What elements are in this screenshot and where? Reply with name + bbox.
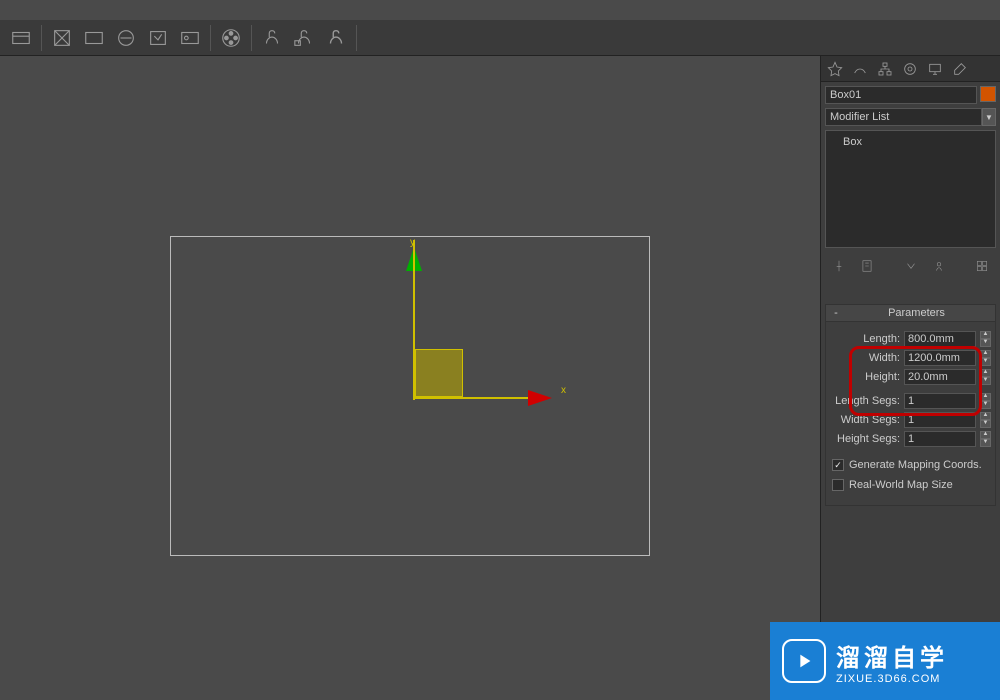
rollout-toggle-icon: - <box>830 307 842 319</box>
rollout-title: Parameters <box>842 307 991 319</box>
watermark-sub: ZIXUE.3D66.COM <box>836 673 948 685</box>
height-input[interactable] <box>904 369 976 385</box>
length-segs-input[interactable] <box>904 393 976 409</box>
main-toolbar <box>0 20 1000 56</box>
command-panel: Modifier List ▼ Box - Parameters Length:… <box>820 56 1000 700</box>
render-frame-icon[interactable] <box>290 24 318 52</box>
parameters-rollout: - Parameters Length: ▲▼ Width: ▲▼ Height… <box>825 304 996 506</box>
motion-tab-icon[interactable] <box>899 58 921 80</box>
pin-stack-icon[interactable] <box>829 256 849 276</box>
toolbar-icon-4[interactable] <box>112 24 140 52</box>
toolbar-icon-3[interactable] <box>80 24 108 52</box>
viewport-area: y x <box>0 56 820 700</box>
stack-tools <box>821 252 1000 280</box>
width-input[interactable] <box>904 350 976 366</box>
toolbar-icon-6[interactable] <box>176 24 204 52</box>
length-label: Length: <box>830 333 900 345</box>
toolbar-icon-1[interactable] <box>7 24 35 52</box>
width-segs-label: Width Segs: <box>830 414 900 426</box>
x-axis[interactable] <box>413 397 543 399</box>
utilities-tab-icon[interactable] <box>949 58 971 80</box>
stack-item-box[interactable]: Box <box>829 134 992 150</box>
configure-sets-icon[interactable] <box>972 256 992 276</box>
modifier-stack[interactable]: Box <box>825 130 996 248</box>
x-axis-arrow <box>528 390 552 406</box>
watermark-play-icon <box>782 639 826 683</box>
length-spin-down[interactable]: ▼ <box>980 339 991 347</box>
length-spin-up[interactable]: ▲ <box>980 331 991 339</box>
width-segs-spin-up[interactable]: ▲ <box>980 412 991 420</box>
width-spin-down[interactable]: ▼ <box>980 358 991 366</box>
render-icon[interactable] <box>322 24 350 52</box>
length-segs-label: Length Segs: <box>830 395 900 407</box>
height-segs-spin-up[interactable]: ▲ <box>980 431 991 439</box>
create-tab-icon[interactable] <box>824 58 846 80</box>
remove-modifier-icon[interactable] <box>929 256 949 276</box>
length-segs-spin-down[interactable]: ▼ <box>980 401 991 409</box>
gen-mapping-label: Generate Mapping Coords. <box>849 459 982 471</box>
viewport[interactable]: y x <box>170 236 650 556</box>
command-panel-tabs <box>821 56 1000 82</box>
watermark: 溜溜自学 ZIXUE.3D66.COM <box>770 622 1000 700</box>
width-label: Width: <box>830 352 900 364</box>
selected-box-object[interactable] <box>415 349 463 397</box>
object-name-input[interactable] <box>825 86 977 104</box>
height-segs-label: Height Segs: <box>830 433 900 445</box>
width-segs-input[interactable] <box>904 412 976 428</box>
height-segs-input[interactable] <box>904 431 976 447</box>
display-tab-icon[interactable] <box>924 58 946 80</box>
hierarchy-tab-icon[interactable] <box>874 58 896 80</box>
length-segs-spin-up[interactable]: ▲ <box>980 393 991 401</box>
width-segs-spin-down[interactable]: ▼ <box>980 420 991 428</box>
height-label: Height: <box>830 371 900 383</box>
real-world-label: Real-World Map Size <box>849 479 953 491</box>
modifier-list-dropdown[interactable]: Modifier List <box>825 108 982 126</box>
x-axis-label: x <box>561 385 566 396</box>
gen-mapping-checkbox[interactable]: ✓ <box>832 459 844 471</box>
show-end-result-icon[interactable] <box>857 256 877 276</box>
render-setup-icon[interactable] <box>258 24 286 52</box>
real-world-checkbox[interactable] <box>832 479 844 491</box>
toolbar-icon-2[interactable] <box>48 24 76 52</box>
height-segs-spin-down[interactable]: ▼ <box>980 439 991 447</box>
watermark-title: 溜溜自学 <box>836 638 948 673</box>
material-editor-icon[interactable] <box>217 24 245 52</box>
length-input[interactable] <box>904 331 976 347</box>
modify-tab-icon[interactable] <box>849 58 871 80</box>
object-color-swatch[interactable] <box>980 86 996 102</box>
rollout-header[interactable]: - Parameters <box>825 304 996 322</box>
toolbar-icon-5[interactable] <box>144 24 172 52</box>
make-unique-icon[interactable] <box>901 256 921 276</box>
height-spin-up[interactable]: ▲ <box>980 369 991 377</box>
width-spin-up[interactable]: ▲ <box>980 350 991 358</box>
height-spin-down[interactable]: ▼ <box>980 377 991 385</box>
modifier-dropdown-button[interactable]: ▼ <box>982 108 996 126</box>
